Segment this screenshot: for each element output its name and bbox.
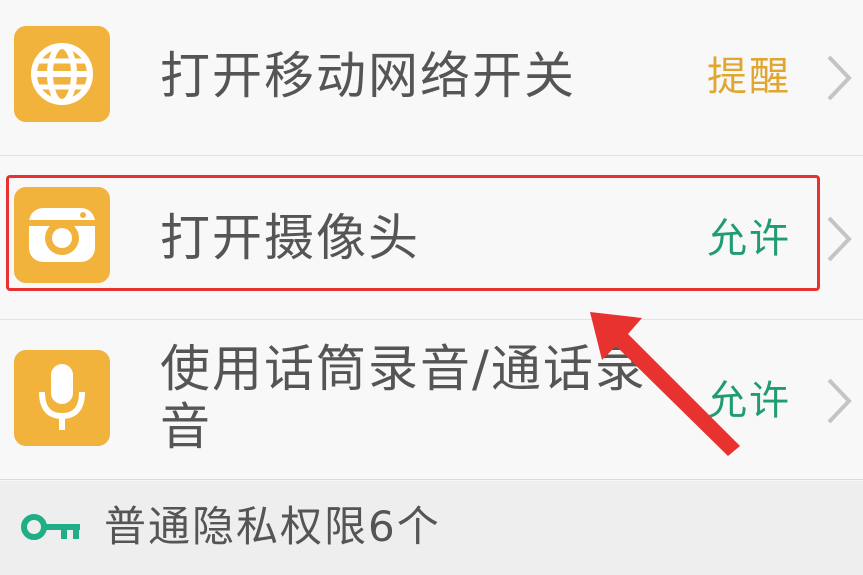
permission-row-microphone[interactable]: 使用话筒录音/通话录音 允许 [0,320,863,480]
globe-icon [14,26,110,122]
permission-list: 打开移动网络开关 提醒 打开摄像头 允许 使用话筒录音/通话录音 允许 普通隐私… [0,0,863,575]
permission-label: 打开移动网络开关 [160,47,576,105]
chevron-right-icon [827,216,852,262]
key-icon [21,514,80,540]
chevron-right-icon [827,55,852,101]
highlight-box [6,175,820,291]
permission-status[interactable]: 提醒 [707,52,791,102]
footer-label: 普通隐私权限6个 [104,502,441,551]
permission-label: 使用话筒录音/通话录音 [160,340,647,456]
privacy-summary-footer[interactable]: 普通隐私权限6个 [0,481,863,575]
permission-status[interactable]: 允许 [707,376,791,426]
chevron-right-icon [827,378,852,424]
microphone-icon [14,350,110,446]
permission-row-mobile-network[interactable]: 打开移动网络开关 提醒 [0,0,863,156]
